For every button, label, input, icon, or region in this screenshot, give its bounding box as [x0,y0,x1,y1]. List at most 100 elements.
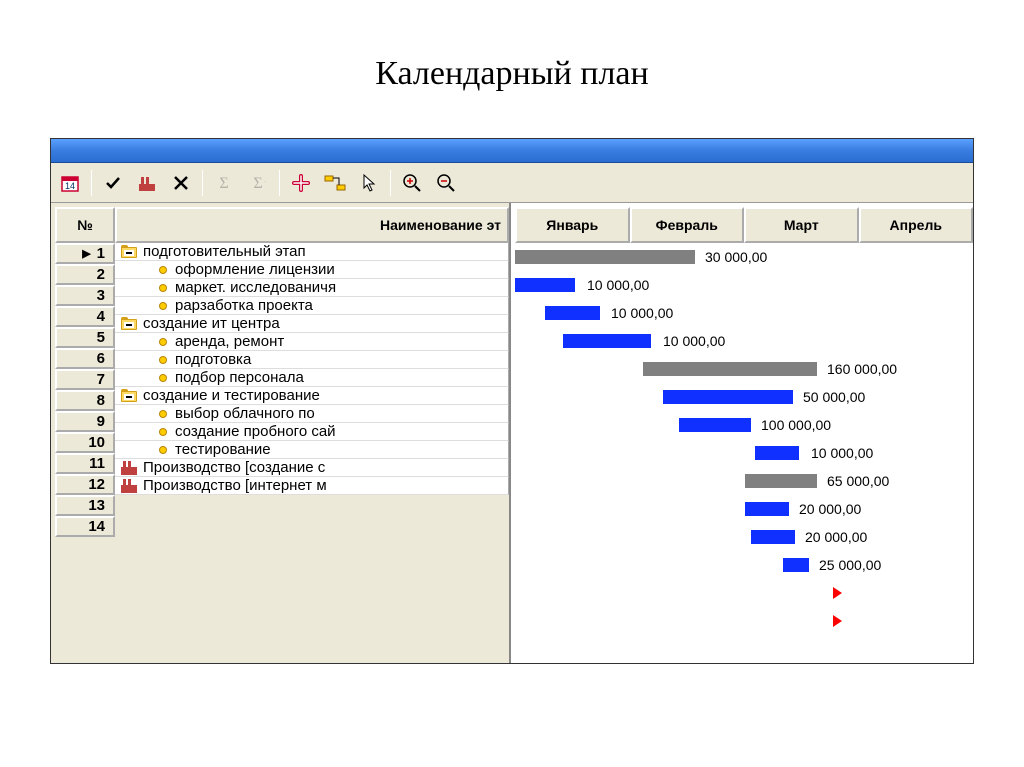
gantt-row [515,579,973,607]
task-name-cell[interactable]: создание ит центра [115,315,509,333]
bullet-icon [159,374,167,382]
bullet-icon [159,446,167,454]
task-name-cell[interactable]: создание пробного сай [115,423,509,441]
row-number[interactable]: 4 [55,306,115,327]
task-name-cell[interactable]: рарзаботка проекта [115,297,509,315]
task-label: создание и тестирование [143,387,320,404]
folder-icon[interactable] [121,245,137,258]
task-label: Производство [интернет м [143,477,327,494]
row-number[interactable]: 6 [55,348,115,369]
task-name-cell[interactable]: подготовительный этап [115,243,509,261]
bar-value-label: 10 000,00 [587,277,649,293]
bullet-icon [159,410,167,418]
bullet-icon [159,338,167,346]
add-icon[interactable] [288,170,314,196]
task-bar[interactable] [515,278,575,292]
row-number[interactable]: 8 [55,390,115,411]
row-number[interactable]: 3 [55,285,115,306]
gantt-body[interactable]: 30 000,0010 000,0010 000,0010 000,00160 … [515,243,973,635]
sum1-icon[interactable]: Σ [211,170,237,196]
gantt-row: 160 000,00 [515,355,973,383]
task-bar[interactable] [745,502,789,516]
task-label: маркет. исследованичя [175,279,336,296]
task-name-cell[interactable]: оформление лицензии [115,261,509,279]
factory-icon[interactable] [134,170,160,196]
workspace: № 1234567891011121314 Наименование эт по… [51,203,973,663]
bullet-icon [159,428,167,436]
gantt-row: 25 000,00 [515,551,973,579]
svg-text:Σ: Σ [253,175,262,192]
bullet-icon [159,302,167,310]
row-number[interactable]: 12 [55,474,115,495]
bullet-icon [159,356,167,364]
task-bar[interactable] [679,418,751,432]
month-jan[interactable]: Январь [515,207,630,243]
task-name-cell[interactable]: Производство [интернет м [115,477,509,495]
task-name-cell[interactable]: подготовка [115,351,509,369]
check-icon[interactable] [100,170,126,196]
task-name-cell[interactable]: маркет. исследованичя [115,279,509,297]
gantt-panel[interactable]: Январь Февраль Март Апрель 30 000,00 10 0… [511,203,973,663]
bullet-icon [159,266,167,274]
month-mar[interactable]: Март [744,207,859,243]
task-name-cell[interactable]: создание и тестирование [115,387,509,405]
header-number[interactable]: № [55,207,115,243]
toolbar: 14 Σ Σ. [51,163,973,203]
svg-text:.: . [264,177,266,184]
task-bar[interactable] [563,334,651,348]
bar-value-label: 65 000,00 [827,473,889,489]
task-bar[interactable] [755,446,799,460]
link-icon[interactable] [322,170,348,196]
task-label: создание пробного сай [175,423,336,440]
task-label: подбор персонала [175,369,304,386]
month-feb[interactable]: Февраль [630,207,745,243]
milestone-marker[interactable] [833,615,842,627]
task-name-cell[interactable]: подбор персонала [115,369,509,387]
task-label: подготовка [175,351,251,368]
task-bar[interactable] [663,390,793,404]
row-number[interactable]: 11 [55,453,115,474]
task-bar[interactable] [783,558,809,572]
task-bar[interactable] [545,306,600,320]
zoom-out-icon[interactable] [433,170,459,196]
summary-bar[interactable] [515,250,695,264]
row-number[interactable]: 5 [55,327,115,348]
bar-value-label: 100 000,00 [761,417,831,433]
row-number[interactable]: 13 [55,495,115,516]
summary-bar[interactable] [643,362,817,376]
task-label: оформление лицензии [175,261,335,278]
folder-icon[interactable] [121,389,137,402]
task-bar[interactable] [751,530,795,544]
gantt-row: 30 000,00 [515,243,973,271]
bar-value-label: 20 000,00 [805,529,867,545]
summary-bar[interactable] [745,474,817,488]
row-number[interactable]: 1 [55,243,115,264]
gantt-row: 50 000,00 [515,383,973,411]
gantt-row: 10 000,00 [515,299,973,327]
gantt-row: 10 000,00 [515,327,973,355]
folder-icon[interactable] [121,317,137,330]
row-number[interactable]: 9 [55,411,115,432]
zoom-in-icon[interactable] [399,170,425,196]
app-window: 14 Σ Σ. [50,138,974,664]
row-number[interactable]: 7 [55,369,115,390]
task-name-cell[interactable]: Производство [создание с [115,459,509,477]
cursor-icon[interactable] [356,170,382,196]
gantt-row: 20 000,00 [515,523,973,551]
milestone-marker[interactable] [833,587,842,599]
task-name-cell[interactable]: выбор облачного по [115,405,509,423]
calendar-icon[interactable]: 14 [57,170,83,196]
delete-icon[interactable] [168,170,194,196]
month-apr[interactable]: Апрель [859,207,974,243]
task-name-cell[interactable]: аренда, ремонт [115,333,509,351]
gantt-row: 10 000,00 [515,271,973,299]
task-label: создание ит центра [143,315,280,332]
task-name-cell[interactable]: тестирование [115,441,509,459]
sum2-icon[interactable]: Σ. [245,170,271,196]
header-name[interactable]: Наименование эт [115,207,509,243]
bar-value-label: 30 000,00 [705,249,767,265]
row-number[interactable]: 2 [55,264,115,285]
row-number[interactable]: 10 [55,432,115,453]
bar-value-label: 50 000,00 [803,389,865,405]
row-number[interactable]: 14 [55,516,115,537]
